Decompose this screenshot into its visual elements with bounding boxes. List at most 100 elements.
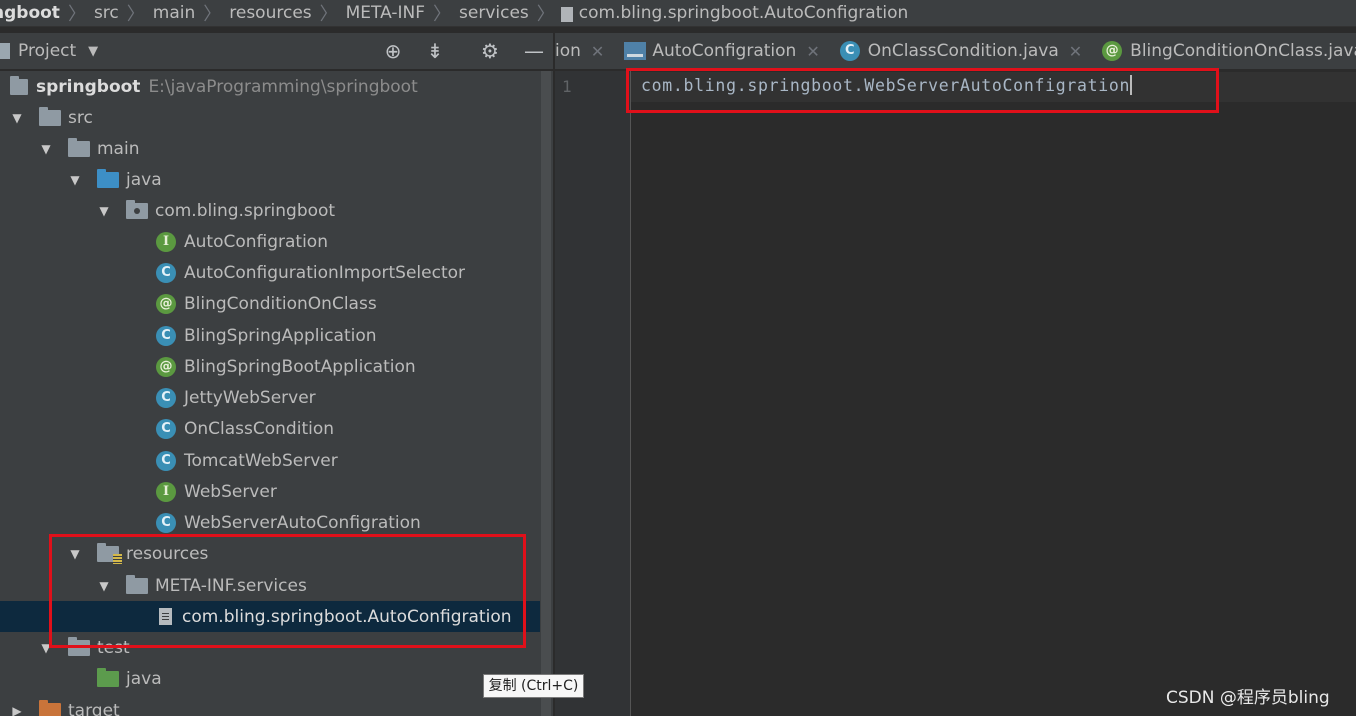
class-icon: C [156, 262, 176, 283]
highlight-box-code [626, 68, 1219, 113]
class-icon: C [156, 512, 176, 533]
module-folder-icon [10, 75, 28, 95]
tree-item-label: com.bling.springboot [155, 200, 336, 221]
chevron-right-icon: 〉 [126, 4, 145, 25]
config-file-icon [624, 42, 647, 60]
collapse-icon[interactable]: ⇟ [421, 33, 449, 69]
breadcrumb-item[interactable]: resources [221, 3, 319, 23]
scrollbar-thumb[interactable] [541, 71, 551, 716]
editor-tab[interactable]: @ BlingConditionOnClass.java [1092, 33, 1356, 69]
tab-label: ion [555, 41, 581, 61]
tree-item-test-java[interactable]: java [0, 663, 540, 694]
watermark: CSDN @程序员bling [1166, 688, 1330, 708]
tree-item-class[interactable]: C BlingSpringApplication [0, 320, 540, 351]
tree-item-class[interactable]: C OnClassCondition [0, 413, 540, 444]
interface-icon: I [156, 231, 176, 252]
editor-tab[interactable]: C OnClassCondition.java ✕ [830, 33, 1092, 69]
chevron-right-icon: 〉 [536, 4, 555, 25]
editor-tabs: ion ✕ AutoConfigration ✕ C OnClassCondit… [555, 33, 1356, 69]
tree-item-class[interactable]: C TomcatWebServer [0, 445, 540, 476]
tree-item-target[interactable]: ▶ target [0, 695, 540, 716]
class-icon: C [839, 41, 860, 61]
copy-tooltip: 复制 (Ctrl+C) [483, 674, 584, 698]
text-file-icon [560, 6, 573, 22]
tree-item-java[interactable]: ▼ java [0, 164, 540, 195]
class-icon: C [156, 387, 176, 408]
chevron-down-icon[interactable]: ▼ [88, 44, 98, 59]
tree-item-label: AutoConfigurationImportSelector [184, 262, 466, 283]
editor-tab[interactable]: ion ✕ [555, 33, 614, 69]
tab-label: OnClassCondition.java [867, 41, 1059, 61]
chevron-right-icon: 〉 [67, 4, 86, 25]
editor-gutter [555, 71, 631, 716]
annotation-icon: @ [156, 356, 176, 377]
expand-arrow-icon[interactable]: ▼ [39, 142, 53, 156]
tree-scrollbar[interactable] [540, 71, 553, 716]
expand-arrow-icon[interactable]: ▶ [10, 704, 24, 716]
breadcrumb-file[interactable]: com.bling.springboot.AutoConfigration [579, 3, 917, 23]
tree-item-label: TomcatWebServer [184, 450, 338, 471]
tree-item-label: BlingSpringApplication [184, 325, 377, 346]
breadcrumb-item[interactable]: main [145, 3, 203, 23]
tree-item-class[interactable]: @ BlingSpringBootApplication [0, 351, 540, 382]
minimize-icon[interactable]: — [520, 33, 548, 69]
source-folder-icon [97, 168, 119, 188]
breadcrumb: ngboot〉 src〉 main〉 resources〉 META-INF〉 … [0, 0, 1356, 27]
tree-item-root[interactable]: springboot E:\javaProgramming\springboot [0, 71, 540, 102]
close-icon[interactable]: ✕ [806, 42, 819, 61]
expand-arrow-icon[interactable]: ▼ [97, 204, 111, 218]
tree-item-class[interactable]: I AutoConfigration [0, 226, 540, 257]
annotation-icon: @ [156, 293, 176, 314]
tab-label: BlingConditionOnClass.java [1130, 41, 1356, 61]
test-folder-icon [97, 667, 119, 687]
tree-item-label: OnClassCondition [184, 418, 335, 439]
tree-root-path: E:\javaProgramming\springboot [148, 76, 418, 97]
expand-arrow-icon[interactable]: ▼ [68, 173, 82, 187]
class-icon: C [156, 325, 176, 346]
breadcrumb-item[interactable]: ngboot [0, 3, 68, 23]
interface-icon: I [156, 481, 176, 502]
editor-area[interactable] [631, 71, 1356, 716]
tree-item-src[interactable]: ▼ src [0, 102, 540, 133]
tree-item-class[interactable]: C JettyWebServer [0, 382, 540, 413]
chevron-right-icon: 〉 [203, 4, 222, 25]
tree-item-label: WebServerAutoConfigration [184, 512, 421, 533]
tree-item-label: main [97, 138, 140, 159]
chevron-right-icon: 〉 [433, 4, 452, 25]
tree-item-label: JettyWebServer [184, 387, 316, 408]
gear-icon[interactable]: ⚙ [476, 33, 504, 69]
excluded-folder-icon [39, 699, 61, 716]
tree-item-label: java [126, 668, 162, 689]
editor-tab[interactable]: AutoConfigration ✕ [614, 33, 829, 69]
tab-label: AutoConfigration [652, 41, 797, 61]
project-icon [0, 43, 10, 59]
tree-item-label: WebServer [184, 481, 277, 502]
close-icon[interactable]: ✕ [1069, 42, 1082, 61]
tree-item-label: AutoConfigration [184, 231, 328, 252]
highlight-box-resources [49, 534, 526, 648]
annotation-icon: @ [1102, 41, 1123, 61]
line-number: 1 [562, 77, 572, 96]
breadcrumb-item[interactable]: services [451, 3, 537, 23]
breadcrumb-item[interactable]: src [86, 3, 127, 23]
tree-item-main[interactable]: ▼ main [0, 133, 540, 164]
breadcrumb-item[interactable]: META-INF [338, 3, 433, 23]
tree-item-package[interactable]: ▼ com.bling.springboot [0, 195, 540, 226]
tree-item-label: target [68, 700, 120, 716]
tree-root-label: springboot [36, 76, 141, 97]
package-icon [126, 199, 148, 219]
tree-item-label: src [68, 107, 93, 128]
tree-item-class[interactable]: @ BlingConditionOnClass [0, 288, 540, 319]
tree-item-class[interactable]: C AutoConfigurationImportSelector [0, 257, 540, 288]
tree-item-label: BlingConditionOnClass [184, 293, 377, 314]
class-icon: C [156, 450, 176, 471]
close-icon[interactable]: ✕ [591, 42, 604, 61]
project-panel-header: Project ▼ [0, 33, 553, 69]
locate-icon[interactable]: ⊕ [378, 33, 408, 69]
folder-icon [39, 106, 61, 126]
folder-icon [68, 137, 90, 157]
project-panel-title[interactable]: Project [18, 41, 76, 61]
expand-arrow-icon[interactable]: ▼ [10, 111, 24, 125]
tree-item-class[interactable]: I WebServer [0, 476, 540, 507]
chevron-right-icon: 〉 [319, 4, 338, 25]
